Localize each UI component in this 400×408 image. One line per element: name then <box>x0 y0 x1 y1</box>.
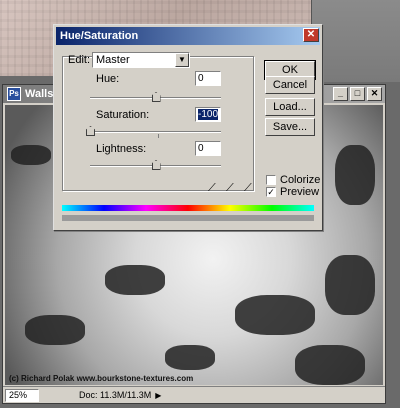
texture-blot <box>235 295 315 335</box>
save-button[interactable]: Save... <box>265 118 315 136</box>
eyedropper-minus-icon[interactable]: ⟋ <box>244 182 256 194</box>
dialog-title: Hue/Saturation <box>60 30 139 42</box>
texture-blot <box>25 315 85 345</box>
doc-info: Doc: 11.3M/11.3M <box>79 390 152 400</box>
colorize-checkbox[interactable] <box>266 175 276 185</box>
saturation-label: Saturation: <box>96 109 150 121</box>
saturation-center-tick <box>158 134 159 138</box>
adjustment-group <box>62 56 254 191</box>
lightness-label: Lightness: <box>96 143 147 155</box>
hue-label: Hue: <box>96 73 120 85</box>
status-menu-arrow-icon[interactable]: ▶ <box>155 391 161 400</box>
saturation-value: -100 <box>198 109 219 120</box>
edit-label: Edit: <box>68 54 91 66</box>
load-button[interactable]: Load... <box>265 98 315 116</box>
close-button[interactable]: ✕ <box>367 87 382 101</box>
lightness-input[interactable]: 0 <box>195 141 221 156</box>
texture-blot <box>325 255 375 315</box>
edit-select-value: Master <box>96 54 130 66</box>
saturation-slider-track[interactable] <box>90 131 221 133</box>
texture-blot <box>11 145 51 165</box>
hue-saturation-dialog: Hue/Saturation ✕ Edit: Master ▼ Hue: 0 S… <box>53 24 323 231</box>
chevron-down-icon[interactable]: ▼ <box>175 53 189 67</box>
preview-checkbox[interactable]: ✓ <box>266 187 276 197</box>
texture-blot <box>165 345 215 370</box>
eyedropper-icon[interactable]: ⟋ <box>208 182 220 194</box>
edit-select[interactable]: Master ▼ <box>92 52 190 68</box>
workspace-background <box>312 0 400 82</box>
preview-label[interactable]: Preview <box>280 186 319 198</box>
minimize-button[interactable]: _ <box>333 87 348 101</box>
eyedropper-plus-icon[interactable]: ⟋ <box>226 182 238 194</box>
output-color-bar <box>62 215 314 221</box>
colorize-label[interactable]: Colorize <box>280 174 320 186</box>
texture-blot <box>105 265 165 295</box>
dialog-titlebar[interactable]: Hue/Saturation <box>56 27 320 45</box>
status-bar: 25% Doc: 11.3M/11.3M ▶ <box>3 386 385 403</box>
dialog-close-button[interactable]: ✕ <box>303 28 319 42</box>
texture-blot <box>335 145 375 205</box>
hue-input[interactable]: 0 <box>195 71 221 86</box>
input-color-spectrum-bar <box>62 205 314 211</box>
saturation-input[interactable]: -100 <box>195 107 221 122</box>
image-watermark: (c) Richard Polak www.bourkstone-texture… <box>9 374 194 383</box>
maximize-button[interactable]: □ <box>350 87 365 101</box>
cancel-button[interactable]: Cancel <box>265 76 315 94</box>
photoshop-doc-icon: Ps <box>7 87 21 101</box>
texture-blot <box>295 345 365 385</box>
zoom-field[interactable]: 25% <box>5 388 39 402</box>
